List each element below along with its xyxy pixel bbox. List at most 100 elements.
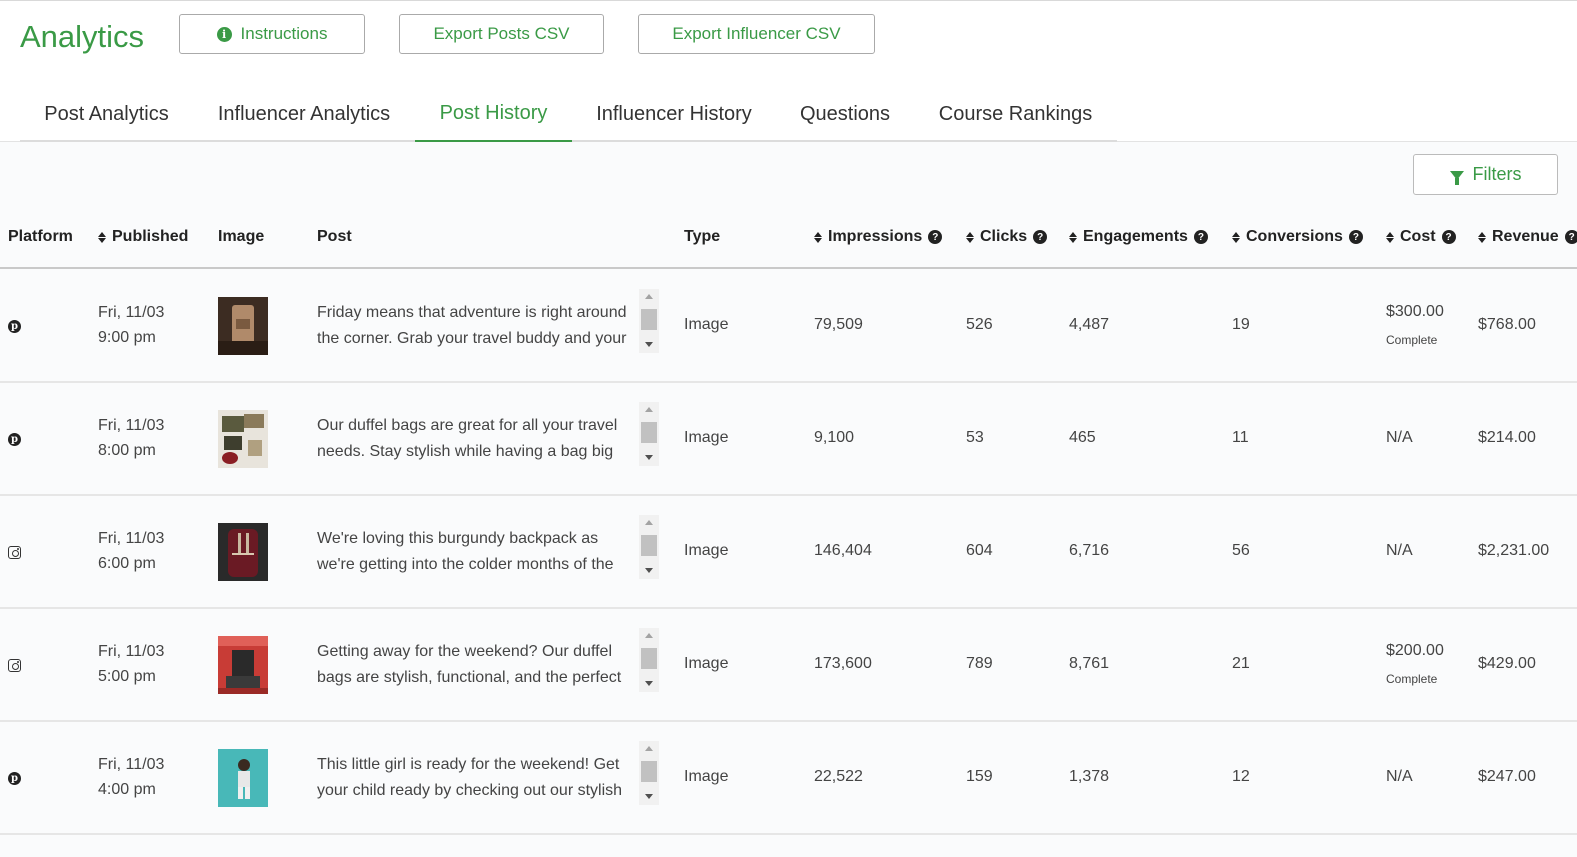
cost-cell: N/A (1386, 768, 1413, 785)
cost-cell: $200.00 (1386, 642, 1444, 659)
col-type-label: Type (684, 228, 721, 245)
engagements-cell: 4,487 (1069, 316, 1110, 333)
post-scrollbar[interactable] (639, 515, 659, 579)
impressions-cell: 173,600 (814, 655, 872, 672)
sort-icon[interactable] (966, 231, 974, 243)
type-cell: Image (684, 655, 729, 672)
post-thumbnail[interactable] (218, 410, 268, 468)
sort-icon[interactable] (1386, 231, 1394, 243)
scroll-down-icon[interactable] (645, 794, 653, 799)
tab-influencer-analytics[interactable]: Influencer Analytics (193, 87, 415, 142)
instructions-button-label: Instructions (240, 24, 328, 43)
scroll-down-icon[interactable] (645, 342, 653, 347)
sort-icon[interactable] (1478, 231, 1486, 243)
cost-cell: N/A (1386, 429, 1413, 446)
col-clicks[interactable]: Clicks? (966, 212, 1048, 262)
published-date: Fri, 11/03 (98, 643, 165, 660)
post-thumbnail[interactable] (218, 523, 268, 581)
export-posts-csv-label: Export Posts CSV (433, 24, 570, 43)
scroll-up-icon[interactable] (645, 746, 653, 751)
table-row[interactable]: Fri, 11/03 6:00 pm We're loving this burg… (0, 496, 1577, 609)
published-cell: Fri, 11/03 5:00 pm (98, 639, 164, 689)
help-icon[interactable]: ? (1441, 230, 1456, 244)
post-text: Our duffel bags are great for all your t… (317, 417, 618, 460)
instagram-icon (8, 659, 21, 672)
post-text: Friday means that adventure is right aro… (317, 304, 627, 347)
help-icon[interactable]: ? (1348, 230, 1363, 244)
help-icon[interactable]: ? (1193, 230, 1208, 244)
clicks-cell: 789 (966, 655, 993, 672)
post-thumbnail[interactable] (218, 297, 268, 355)
pinterest-icon: p (8, 320, 21, 333)
page-title: Analytics (20, 19, 145, 54)
engagements-cell: 8,761 (1069, 655, 1110, 672)
scroll-down-icon[interactable] (645, 568, 653, 573)
col-revenue[interactable]: Revenue? (1478, 212, 1577, 262)
scroll-up-icon[interactable] (645, 407, 653, 412)
filters-button[interactable]: Filters (1413, 154, 1558, 195)
post-scrollbar[interactable] (639, 628, 659, 692)
main-content: Filters Platform Published Image Post Ty… (0, 142, 1577, 857)
engagements-cell: 465 (1069, 429, 1096, 446)
sort-icon[interactable] (1069, 231, 1077, 243)
table-row[interactable]: p Fri, 11/03 9:00 pm Friday means that ad… (0, 270, 1577, 383)
impressions-cell: 146,404 (814, 542, 872, 559)
export-posts-csv-button[interactable]: Export Posts CSV (399, 14, 604, 54)
sort-icon[interactable] (814, 231, 822, 243)
published-time: 6:00 pm (98, 555, 156, 572)
cost-status: Complete (1386, 672, 1438, 686)
published-cell: Fri, 11/03 6:00 pm (98, 526, 164, 576)
help-icon[interactable]: ? (1033, 230, 1048, 244)
type-cell: Image (684, 768, 729, 785)
clicks-cell: 53 (966, 429, 984, 446)
scroll-down-icon[interactable] (645, 455, 653, 460)
scroll-up-icon[interactable] (645, 520, 653, 525)
published-date: Fri, 11/03 (98, 530, 165, 547)
post-text: This little girl is ready for the weeken… (317, 756, 623, 799)
col-published[interactable]: Published (98, 212, 188, 262)
type-cell: Image (684, 542, 729, 559)
post-scrollbar[interactable] (639, 289, 659, 353)
instructions-button[interactable]: i Instructions (179, 14, 365, 54)
help-icon[interactable]: ? (1564, 230, 1577, 244)
tab-influencer-history[interactable]: Influencer History (572, 87, 776, 142)
post-thumbnail[interactable] (218, 749, 268, 807)
post-scrollbar[interactable] (639, 402, 659, 466)
col-type: Type (684, 212, 720, 262)
tab-post-analytics[interactable]: Post Analytics (20, 87, 193, 142)
funnel-icon (1449, 171, 1464, 185)
table-row[interactable]: p Fri, 11/03 8:00 pm Our duffel bags are … (0, 383, 1577, 496)
col-conversions-label: Conversions (1246, 228, 1343, 245)
col-conversions[interactable]: Conversions? (1232, 212, 1363, 262)
sort-icon[interactable] (1232, 231, 1240, 243)
col-cost-label: Cost (1400, 228, 1436, 245)
cost-status: Complete (1386, 333, 1438, 347)
post-scrollbar[interactable] (639, 741, 659, 805)
table-row[interactable]: Fri, 11/03 5:00 pm Getting away for the w… (0, 609, 1577, 722)
revenue-cell: $247.00 (1478, 768, 1536, 785)
clicks-cell: 159 (966, 768, 993, 785)
col-cost[interactable]: Cost? (1386, 212, 1456, 262)
help-icon[interactable]: ? (928, 230, 943, 244)
scroll-down-icon[interactable] (645, 681, 653, 686)
col-image: Image (218, 212, 264, 262)
scroll-up-icon[interactable] (645, 294, 653, 299)
col-impressions[interactable]: Impressions? (814, 212, 943, 262)
engagements-cell: 1,378 (1069, 768, 1110, 785)
post-thumbnail[interactable] (218, 636, 268, 694)
tab-post-history[interactable]: Post History (415, 87, 572, 143)
published-time: 4:00 pm (98, 781, 156, 798)
table-row[interactable]: p Fri, 11/03 4:00 pm This little girl is … (0, 722, 1577, 835)
cost-cell: N/A (1386, 542, 1413, 559)
col-engagements[interactable]: Engagements? (1069, 212, 1208, 262)
export-influencer-csv-button[interactable]: Export Influencer CSV (638, 14, 875, 54)
tab-questions[interactable]: Questions (776, 87, 914, 142)
conversions-cell: 21 (1232, 655, 1250, 672)
sort-icon[interactable] (98, 231, 106, 243)
tab-course-rankings[interactable]: Course Rankings (914, 87, 1117, 142)
published-time: 8:00 pm (98, 442, 156, 459)
post-text: Getting away for the weekend? Our duffel… (317, 643, 622, 686)
revenue-cell: $768.00 (1478, 316, 1536, 333)
scroll-up-icon[interactable] (645, 633, 653, 638)
col-platform-label: Platform (8, 228, 73, 245)
